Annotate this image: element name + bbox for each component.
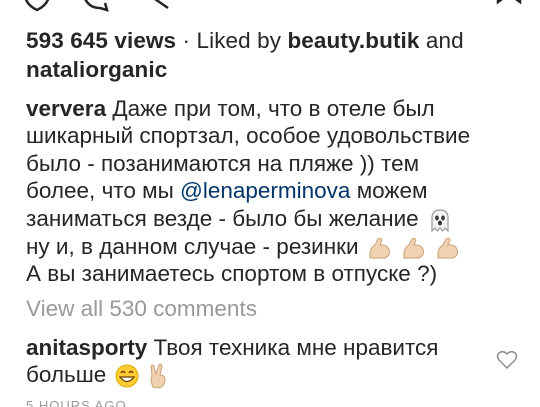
comment-text: Твоя техника мне нравится [147,335,439,360]
comment-item: anitasporty Твоя техника мне нравится бо… [26,334,496,389]
grinning-emoji [115,364,139,388]
views-count[interactable]: 593 645 views [26,28,176,53]
flexed-biceps-emoji [437,237,459,259]
heart-icon[interactable] [22,0,52,12]
liked-by-user[interactable]: natali​organic [26,57,167,82]
liked-by-and: and [419,28,464,53]
heart-outline-icon[interactable] [496,350,518,370]
post-caption: ververa Даже при том, что в отеле был ши… [26,95,531,288]
comment-text: больше [26,362,107,387]
view-all-comments-link[interactable]: View all 530 comments [26,295,257,323]
caption-text: было - позанимаются на пляже )) тем [26,150,420,176]
caption-text: можем [350,178,428,204]
user-mention[interactable]: @lenaperminova [180,178,350,203]
victory-hand-emoji [150,363,166,389]
separator: · [176,28,197,53]
caption-text: А вы занимаетесь спортом в отпуске ?) [26,261,438,287]
flexed-biceps-emoji [403,237,425,259]
liked-by-user[interactable]: beauty.butik [287,28,419,53]
caption-text: шикарный спортзал, особое удовольствие [26,123,471,149]
caption-text: Даже при том, что в отеле был [106,96,435,121]
bookmark-icon[interactable] [494,0,524,12]
ghost-emoji [431,209,449,233]
caption-username[interactable]: ververa [26,96,106,121]
comment-username[interactable]: anitasporty [26,335,147,360]
caption-text: ну и, в данном случае - резинки [26,233,359,259]
caption-text: заниматься везде - было бы желание [26,205,419,231]
flexed-biceps-emoji [369,237,390,259]
instagram-post-details: 593 645 views · Liked by beauty.butik an… [0,0,540,407]
post-stats: 593 645 views · Liked by beauty.butik an… [26,26,526,84]
action-bar [0,0,540,12]
liked-by-prefix: Liked by [196,28,288,53]
share-icon[interactable] [140,0,170,12]
caption-text: более, что мы [26,178,180,204]
comment-icon[interactable] [80,0,110,12]
post-timestamp: 5 HOURS AGO [26,398,127,407]
